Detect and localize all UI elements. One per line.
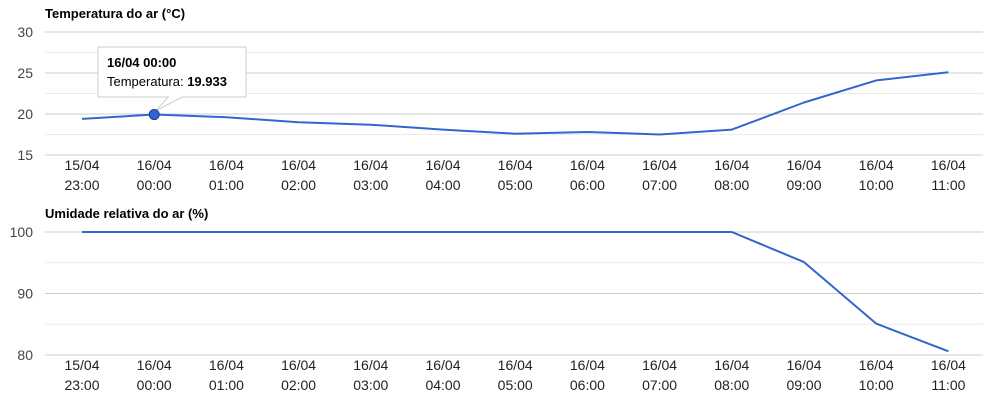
temperature-tooltip: 16/04 00:00 Temperatura: 19.933 [97,46,247,111]
humidity-chart-title: Umidade relativa do ar (%) [45,206,208,221]
humidity-x-tick-label: 16/04 03:00 [353,357,388,393]
temperature-x-tick-label: 16/04 11:00 [931,157,966,193]
temperature-y-tick-label: 20 [17,106,33,122]
tooltip-value-line: Temperatura: 19.933 [107,74,227,89]
humidity-x-tick-label: 15/04 23:00 [64,357,99,393]
temperature-x-tick-label: 16/04 10:00 [859,157,894,193]
humidity-x-tick-label: 16/04 06:00 [570,357,605,393]
temperature-x-tick-label: 16/04 08:00 [714,157,749,193]
temperature-highlighted-point[interactable] [148,109,160,121]
tooltip-title: 16/04 00:00 [107,55,176,70]
temperature-x-tick-label: 16/04 00:00 [137,157,172,193]
temperature-y-tick-label: 15 [17,147,33,163]
humidity-x-tick-label: 16/04 09:00 [786,357,821,393]
charts-canvas: Temperatura do ar (°C) 15 20 25 30 15/04 23:0… [10,6,983,393]
temperature-x-tick-label: 16/04 01:00 [209,157,244,193]
humidity-chart: Umidade relativa do ar (%) 80 90 100 15/04 2… [10,206,983,393]
humidity-x-tick-label: 16/04 08:00 [714,357,749,393]
humidity-x-tick-label: 16/04 07:00 [642,357,677,393]
temperature-x-tick-label: 16/04 07:00 [642,157,677,193]
temperature-x-tick-label: 16/04 04:00 [425,157,460,193]
humidity-x-tick-label: 16/04 00:00 [137,357,172,393]
temperature-x-tick-label: 16/04 09:00 [786,157,821,193]
temperature-y-tick-label: 30 [17,24,33,40]
temperature-x-tick-label: 15/04 23:00 [64,157,99,193]
temperature-chart: Temperatura do ar (°C) 15 20 25 30 15/04 23:0… [17,6,983,193]
humidity-y-tick-label: 80 [17,347,33,363]
humidity-y-tick-label: 100 [10,224,34,240]
humidity-y-tick-label: 90 [17,286,33,302]
temperature-chart-title: Temperatura do ar (°C) [45,6,185,21]
temperature-x-tick-label: 16/04 02:00 [281,157,316,193]
humidity-x-tick-label: 16/04 10:00 [859,357,894,393]
humidity-x-tick-label: 16/04 11:00 [931,357,966,393]
temperature-y-tick-label: 25 [17,65,33,81]
temperature-x-tick-label: 16/04 05:00 [498,157,533,193]
temperature-x-tick-label: 16/04 03:00 [353,157,388,193]
humidity-x-tick-label: 16/04 02:00 [281,357,316,393]
humidity-x-tick-label: 16/04 01:00 [209,357,244,393]
humidity-x-tick-label: 16/04 05:00 [498,357,533,393]
humidity-x-tick-label: 16/04 04:00 [425,357,460,393]
humidity-series-line[interactable] [82,231,949,353]
temperature-x-tick-label: 16/04 06:00 [570,157,605,193]
